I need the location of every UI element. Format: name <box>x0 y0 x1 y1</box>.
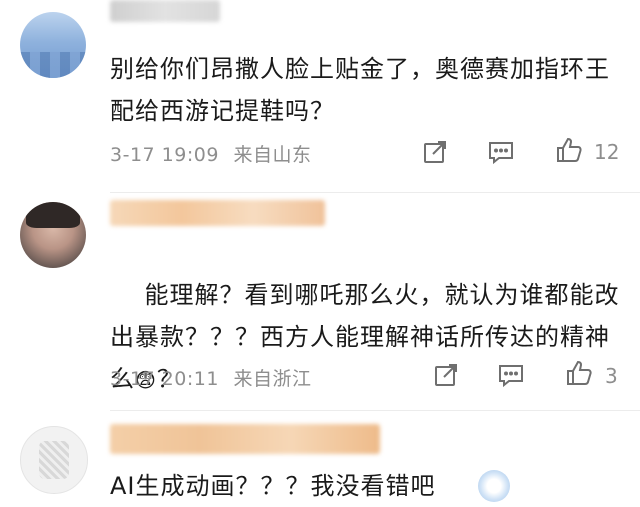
comment-text: AI生成动画？？？我没看错吧 <box>110 472 436 500</box>
comment-time: 3-17 19:09 <box>110 144 219 166</box>
avatar[interactable] <box>20 202 86 268</box>
comment-location: 来自浙江 <box>233 368 312 390</box>
share-icon[interactable] <box>421 138 449 166</box>
divider <box>110 410 640 411</box>
comment-meta: 3-17 20:11 来自浙江 <box>110 364 311 391</box>
avatar[interactable] <box>20 12 86 78</box>
like-count: 12 <box>594 140 620 164</box>
comment-item: AI生成动画？？？我没看错吧 <box>0 412 640 505</box>
comment-meta: 3-17 19:09 来自山东 <box>110 140 311 167</box>
comment-text: 别给你们昂撒人脸上贴金了，奥德赛加指环王配给西游记提鞋吗？ <box>110 55 610 125</box>
username-blurred[interactable] <box>110 424 380 454</box>
username-blurred[interactable] <box>110 200 325 226</box>
comment-item: 能理解？看到哪吒那么火，就认为谁都能改出暴款？？？西方人能理解神话所传达的精神么… <box>0 192 640 412</box>
like-icon[interactable] <box>565 359 593 387</box>
comment-location: 来自山东 <box>233 144 312 166</box>
like-icon[interactable] <box>555 136 583 164</box>
share-icon[interactable] <box>432 361 460 389</box>
avatar-badge <box>478 470 510 502</box>
comment-time: 3-17 20:11 <box>110 368 219 390</box>
username-blurred[interactable] <box>110 0 220 22</box>
comment-icon[interactable] <box>487 138 515 166</box>
comment-item: 别给你们昂撒人脸上贴金了，奥德赛加指环王配给西游记提鞋吗？ 3-17 19:09… <box>0 0 640 200</box>
like-count: 3 <box>605 364 618 388</box>
avatar[interactable] <box>20 426 88 494</box>
comment-icon[interactable] <box>497 361 525 389</box>
